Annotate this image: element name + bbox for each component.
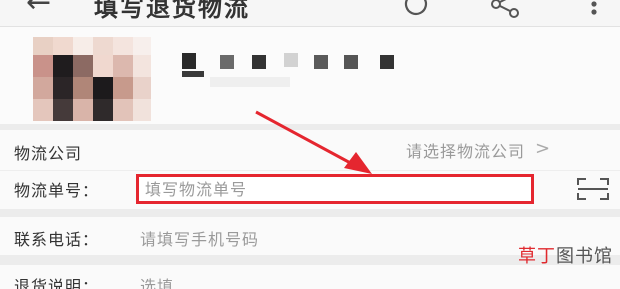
company-select[interactable]: 请选择物流公司 >	[406, 138, 550, 164]
note-input-placeholder[interactable]: 选填	[140, 273, 174, 289]
back-arrow-icon[interactable]: ←	[26, 0, 51, 18]
section-divider	[0, 209, 620, 217]
refresh-icon[interactable]	[400, 0, 430, 16]
return-note-row[interactable]: 退货说明： 选填	[0, 265, 620, 289]
logistics-company-row: 物流公司 请选择物流公司 >	[0, 130, 620, 171]
product-title-obscured	[182, 53, 394, 87]
product-card	[0, 27, 620, 124]
site-watermark: 草丁图书馆	[518, 242, 613, 268]
company-value: 请选择物流公司	[406, 142, 526, 161]
chevron-right-icon: >	[535, 138, 551, 159]
more-icon[interactable]	[584, 0, 604, 18]
app-header: ← 填写退货物流	[0, 0, 620, 27]
note-label: 退货说明：	[14, 277, 100, 289]
company-label: 物流公司	[14, 144, 83, 163]
phone-input-placeholder[interactable]: 请填写手机号码	[140, 226, 259, 250]
phone-label: 联系电话：	[14, 230, 100, 249]
tracking-number-row: 物流单号：	[0, 171, 620, 209]
share-icon[interactable]	[488, 0, 522, 18]
page-title: 填写退货物流	[94, 0, 250, 22]
watermark-rest: 图书馆	[556, 246, 613, 267]
scan-icon[interactable]	[576, 177, 610, 201]
watermark-accent: 草丁	[518, 246, 556, 267]
product-thumbnail	[33, 37, 151, 121]
tracking-number-input[interactable]	[136, 174, 534, 204]
tracking-label: 物流单号：	[14, 181, 100, 200]
